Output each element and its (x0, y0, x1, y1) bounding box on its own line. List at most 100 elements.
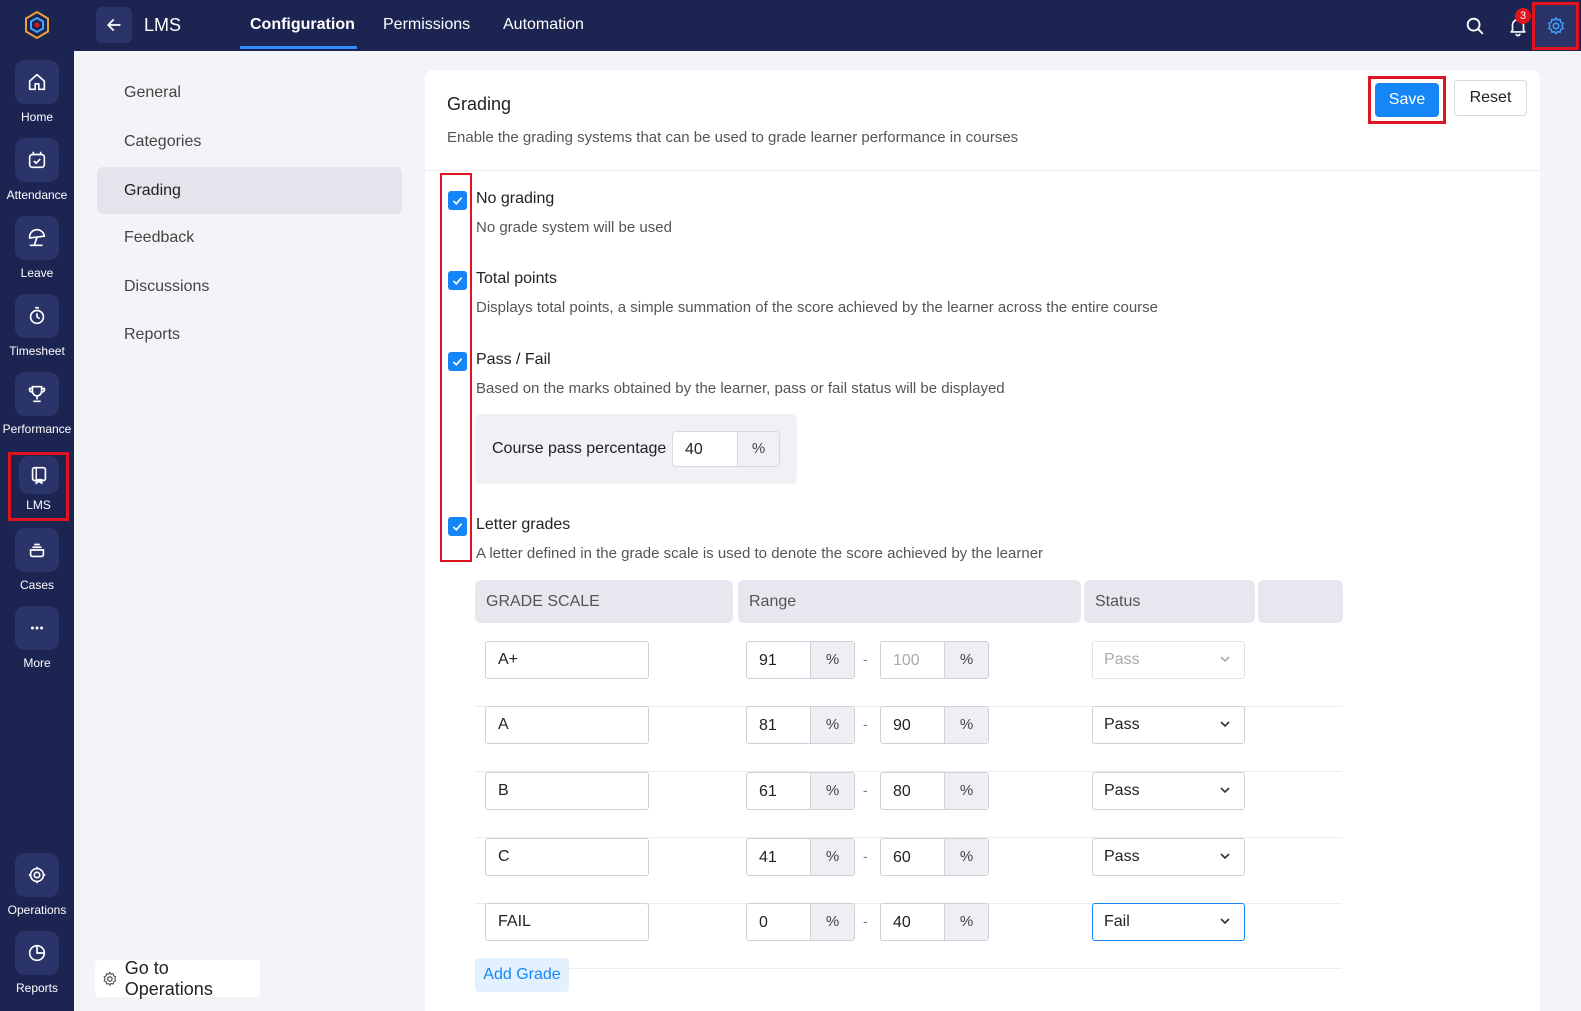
subnav-item-reports[interactable]: Reports (97, 311, 402, 358)
range-separator: - (863, 782, 868, 798)
range-to-input[interactable]: 90% (880, 706, 989, 744)
range-from-input[interactable]: 41% (746, 838, 855, 876)
percent-suffix: % (737, 432, 779, 466)
back-button[interactable] (96, 7, 132, 43)
rail-item-leave[interactable]: Leave (0, 216, 74, 290)
pass-percentage-value: 40 (685, 441, 703, 458)
chevron-down-icon (1220, 656, 1230, 663)
grade-name-input[interactable]: B (485, 772, 649, 810)
checkbox-letter-grades[interactable] (448, 517, 467, 536)
status-select[interactable]: Pass (1092, 772, 1245, 810)
option-title: Pass / Fail (476, 351, 551, 368)
table-row: C 41% - 60% Pass (475, 838, 1342, 904)
option-title: Total points (476, 270, 557, 287)
pass-percentage-label: Course pass percentage (492, 440, 667, 457)
percent-suffix: % (944, 904, 988, 940)
app-logo-icon[interactable] (22, 10, 52, 40)
grade-name-input[interactable]: FAIL (485, 903, 649, 941)
go-to-operations-button[interactable]: Go to Operations (95, 958, 260, 999)
chevron-down-icon (1220, 721, 1230, 728)
range-from-value: 0 (759, 914, 768, 931)
option-title: Letter grades (476, 516, 571, 533)
operations-gear-icon (28, 866, 46, 884)
top-bar: LMS Configuration Permissions Automation (74, 0, 1581, 51)
search-button[interactable] (1462, 13, 1488, 39)
rail-item-cases[interactable]: Cases (0, 528, 74, 602)
calendar-check-icon (28, 151, 46, 169)
checkbox-no-grading[interactable] (448, 191, 467, 210)
gear-icon (103, 971, 117, 986)
option-description: Displays total points, a simple summatio… (476, 299, 1159, 316)
checkbox-total-points[interactable] (448, 271, 467, 290)
range-to-value: 90 (893, 717, 911, 734)
range-from-input[interactable]: 91% (746, 641, 855, 679)
range-from-value: 61 (759, 783, 777, 800)
rail-label: Operations (7, 903, 67, 917)
status-select: Pass (1092, 641, 1245, 679)
rail-item-performance[interactable]: Performance (0, 372, 74, 446)
subnav-item-feedback[interactable]: Feedback (97, 214, 402, 261)
header-status: Status (1084, 580, 1255, 623)
table-row: A 81% - 90% Pass (475, 706, 1342, 772)
divider (425, 170, 1540, 171)
checkmark-icon (452, 197, 463, 205)
rail-item-home[interactable]: Home (0, 60, 74, 134)
settings-button[interactable] (1532, 2, 1579, 50)
rail-item-lms[interactable]: LMS (8, 452, 69, 521)
grade-name-input[interactable]: C (485, 838, 649, 876)
grade-name-input[interactable]: A (485, 706, 649, 744)
rail-label: Attendance (6, 188, 68, 202)
range-to-input[interactable]: 80% (880, 772, 989, 810)
range-to-input[interactable]: 60% (880, 838, 989, 876)
stack-icon (29, 543, 45, 558)
rail-label: LMS (26, 498, 51, 512)
range-separator: - (863, 651, 868, 667)
range-separator: - (863, 716, 868, 732)
search-icon (1466, 17, 1484, 35)
rail-item-more[interactable]: More (0, 606, 74, 680)
range-to-input[interactable]: 40% (880, 903, 989, 941)
rail-item-timesheet[interactable]: Timesheet (0, 294, 74, 368)
checkmark-icon (452, 523, 463, 531)
rail-label: More (23, 656, 51, 670)
header-actions (1258, 580, 1343, 623)
reset-button[interactable]: Reset (1454, 80, 1527, 116)
range-to-value: 100 (893, 652, 920, 669)
grade-name-input[interactable]: A+ (485, 641, 649, 679)
tab-automation[interactable]: Automation (503, 16, 584, 34)
table-row: FAIL 0% - 40% Fail (475, 903, 1342, 969)
subnav-item-grading[interactable]: Grading (97, 167, 402, 214)
rail-label: Reports (15, 981, 59, 995)
trophy-icon (28, 385, 46, 403)
tab-permissions[interactable]: Permissions (383, 16, 470, 34)
rail-item-reports[interactable]: Reports (0, 931, 74, 1005)
range-from-input[interactable]: 61% (746, 772, 855, 810)
rail-item-operations[interactable]: Operations (0, 853, 74, 927)
status-select[interactable]: Pass (1092, 838, 1245, 876)
subnav-item-general[interactable]: General (97, 69, 402, 116)
table-row: A+ 91% - 100% Pass (475, 641, 1342, 707)
tab-configuration[interactable]: Configuration (250, 16, 355, 34)
range-from-input[interactable]: 0% (746, 903, 855, 941)
percent-suffix: % (810, 707, 854, 743)
status-select[interactable]: Fail (1092, 903, 1245, 941)
checkbox-pass-fail[interactable] (448, 352, 467, 371)
subnav-item-discussions[interactable]: Discussions (97, 263, 402, 310)
add-grade-button[interactable]: Add Grade (475, 958, 569, 992)
pass-percentage-input[interactable]: 40 % (672, 431, 780, 467)
header-grade-scale: GRADE SCALE (475, 580, 733, 623)
stopwatch-icon (29, 306, 45, 325)
checkmark-icon (452, 358, 463, 366)
rail-label: Leave (20, 266, 54, 280)
status-select[interactable]: Pass (1092, 706, 1245, 744)
range-from-input[interactable]: 81% (746, 706, 855, 744)
save-button[interactable]: Save (1375, 83, 1439, 117)
pie-chart-icon (28, 944, 46, 962)
arrow-left-icon (107, 19, 121, 31)
page-title: Grading (447, 94, 512, 114)
status-value: Fail (1104, 913, 1130, 930)
status-value: Pass (1104, 716, 1140, 733)
rail-item-attendance[interactable]: Attendance (0, 138, 74, 212)
subnav-item-categories[interactable]: Categories (97, 118, 402, 165)
range-from-value: 81 (759, 717, 777, 734)
